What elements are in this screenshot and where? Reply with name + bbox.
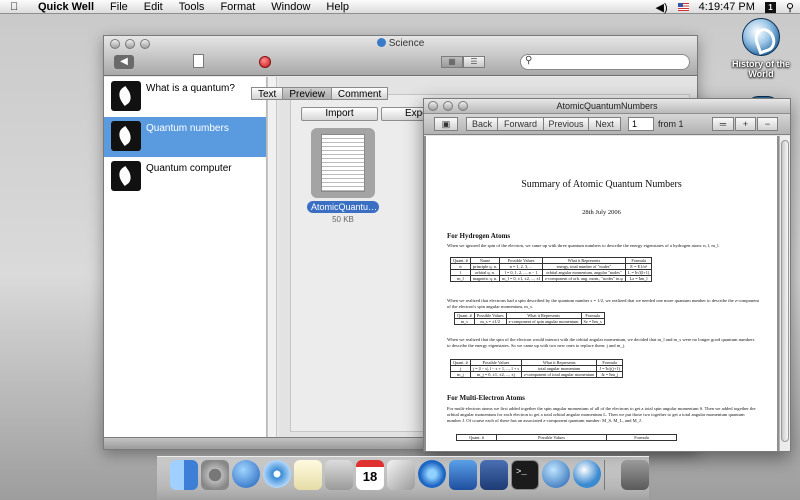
grid-view-icon[interactable]: ▦ bbox=[441, 56, 463, 68]
pdf-page-icon bbox=[321, 134, 365, 192]
menu-format[interactable]: Format bbox=[220, 1, 255, 13]
apple-icon[interactable]:  bbox=[10, 1, 24, 13]
doc-date: 28th July 2006 bbox=[582, 209, 621, 216]
document-icon bbox=[376, 38, 386, 47]
terminal-prompt: >_ bbox=[516, 467, 527, 477]
quickwell-icon[interactable] bbox=[573, 460, 601, 488]
preview-document-area: Summary of Atomic Quantum Numbers 28th J… bbox=[424, 136, 790, 451]
new-note-icon[interactable] bbox=[193, 54, 204, 68]
tab-text[interactable]: Text bbox=[251, 87, 284, 100]
forward-button[interactable]: Forward bbox=[497, 117, 544, 131]
sidebar-scrollbar[interactable] bbox=[267, 77, 277, 437]
preview-toolbar: ▣ Back Forward Previous Next 1 from 1 ═ … bbox=[424, 114, 790, 135]
pdf-page: Summary of Atomic Quantum Numbers 28th J… bbox=[426, 136, 777, 451]
sidebar-item-quantum[interactable]: What is a quantum? bbox=[104, 77, 266, 117]
attachment-name: AtomicQuantu… bbox=[307, 201, 379, 213]
menu-help[interactable]: Help bbox=[326, 1, 349, 13]
page-count-label: from 1 bbox=[658, 119, 684, 129]
search-icon: ⚲ bbox=[525, 55, 533, 66]
sidebar-item-label: Quantum computer bbox=[146, 163, 232, 174]
app-store-icon[interactable] bbox=[232, 460, 260, 488]
terminal-icon[interactable]: >_ bbox=[511, 460, 539, 490]
quickwell-doc-icon bbox=[742, 18, 780, 56]
next-button[interactable]: Next bbox=[588, 117, 621, 131]
menu-app-name[interactable]: Quick Well bbox=[38, 1, 94, 13]
menu-edit[interactable]: Edit bbox=[144, 1, 163, 13]
menu-tools[interactable]: Tools bbox=[179, 1, 205, 13]
doc-table-multi: Quant. # Possible Values Formula bbox=[456, 434, 677, 441]
preview-title: AtomicQuantumNumbers bbox=[556, 101, 658, 111]
doc-paragraph: When we realized that the spin of the el… bbox=[447, 337, 755, 348]
doc-paragraph: For multi-electron atoms we first added … bbox=[447, 406, 756, 423]
calculator-icon[interactable] bbox=[325, 460, 353, 490]
sidebar-item-quantum-computer[interactable]: Quantum computer bbox=[104, 157, 266, 197]
note-tabs: Text Preview Comment bbox=[251, 87, 389, 100]
preview-icon[interactable] bbox=[387, 460, 415, 490]
menu-bar:  Quick Well File Edit Tools Format Wind… bbox=[0, 0, 800, 14]
doc-title: Summary of Atomic Quantum Numbers bbox=[521, 179, 682, 190]
finder-icon[interactable] bbox=[170, 460, 198, 490]
doc-table-total: Quant. # Possible Values What it Represent… bbox=[450, 359, 623, 378]
doc-table-spin: Quant. # Possible Values What it Represent… bbox=[454, 312, 605, 325]
scroll-thumb[interactable] bbox=[781, 140, 789, 442]
title-bar[interactable]: Science ◀ ▦ ☰ ⚲ bbox=[104, 36, 697, 76]
back-arrow-button[interactable]: ◀ bbox=[114, 55, 134, 69]
user-icon[interactable]: 1 bbox=[764, 1, 776, 13]
back-button[interactable]: Back bbox=[466, 117, 498, 131]
page-number-input[interactable]: 1 bbox=[628, 117, 654, 131]
desktop-item[interactable]: History of the World bbox=[728, 18, 794, 79]
dock-separator bbox=[604, 460, 618, 490]
spotlight-icon[interactable]: ⚲ bbox=[786, 1, 794, 14]
attachment-thumbnail bbox=[311, 128, 375, 198]
previous-button[interactable]: Previous bbox=[543, 117, 589, 131]
preview-scrollbar[interactable] bbox=[779, 136, 790, 451]
sidebar-item-label: What is a quantum? bbox=[146, 83, 235, 94]
textedit-icon[interactable] bbox=[294, 460, 322, 490]
calendar-icon[interactable]: 18 bbox=[356, 460, 384, 490]
sidebar-item-quantum-numbers[interactable]: Quantum numbers bbox=[104, 117, 266, 157]
mail-icon[interactable] bbox=[449, 460, 477, 490]
list-view-icon[interactable]: ☰ bbox=[463, 56, 485, 68]
quill-icon bbox=[111, 121, 141, 151]
desktop-item-label: History of the World bbox=[731, 59, 790, 79]
volume-icon[interactable]: ◀) bbox=[656, 1, 668, 14]
tab-comment[interactable]: Comment bbox=[330, 87, 389, 100]
tab-preview[interactable]: Preview bbox=[282, 87, 332, 100]
record-button[interactable] bbox=[259, 56, 271, 68]
doc-section-heading: For Multi-Electron Atoms bbox=[447, 394, 525, 402]
quicktime-icon[interactable] bbox=[542, 460, 570, 488]
dock-icons: 18 >_ bbox=[170, 460, 649, 490]
doc-paragraph: When we ignored the spin of the electron… bbox=[447, 243, 720, 248]
preview-title-bar[interactable]: AtomicQuantumNumbers bbox=[424, 99, 790, 114]
zoom-in-button[interactable]: + bbox=[735, 117, 756, 131]
sidebar-toggle-icon[interactable]: ▣ bbox=[434, 117, 458, 131]
import-button[interactable]: Import bbox=[301, 107, 378, 121]
quill-icon bbox=[111, 81, 141, 111]
zoom-out-button[interactable]: − bbox=[757, 117, 778, 131]
calendar-day: 18 bbox=[362, 469, 378, 484]
doc-paragraph: When we realized that electrons had a sp… bbox=[447, 298, 759, 309]
preview-window: AtomicQuantumNumbers ▣ Back Forward Prev… bbox=[423, 98, 791, 452]
quill-icon bbox=[111, 161, 141, 191]
doc-table-hydrogen: Quant. # Name Possible Values What it Repre… bbox=[450, 257, 653, 282]
attachment-size: 50 KB bbox=[332, 215, 354, 224]
menu-file[interactable]: File bbox=[110, 1, 128, 13]
sidebar-item-label: Quantum numbers bbox=[146, 123, 229, 134]
view-mode-toggle: ▦ ☰ bbox=[441, 56, 485, 68]
input-flag-icon[interactable] bbox=[677, 3, 689, 11]
attachment-item[interactable]: AtomicQuantu… 50 KB bbox=[307, 128, 379, 224]
itunes-icon[interactable] bbox=[418, 460, 446, 488]
safari-icon[interactable] bbox=[263, 460, 291, 488]
search-input[interactable] bbox=[520, 54, 690, 70]
trash-icon[interactable] bbox=[621, 460, 649, 490]
notes-sidebar: What is a quantum? Quantum numbers Quant… bbox=[104, 77, 267, 437]
menu-window[interactable]: Window bbox=[271, 1, 310, 13]
window-title: Science bbox=[104, 38, 697, 49]
doc-section-heading: For Hydrogen Atoms bbox=[447, 232, 511, 240]
menu-clock[interactable]: 4:19:47 PM bbox=[699, 1, 755, 13]
zoom-fit-icon[interactable]: ═ bbox=[712, 117, 734, 131]
xcode-icon[interactable] bbox=[480, 460, 508, 490]
system-preferences-icon[interactable] bbox=[201, 460, 229, 490]
